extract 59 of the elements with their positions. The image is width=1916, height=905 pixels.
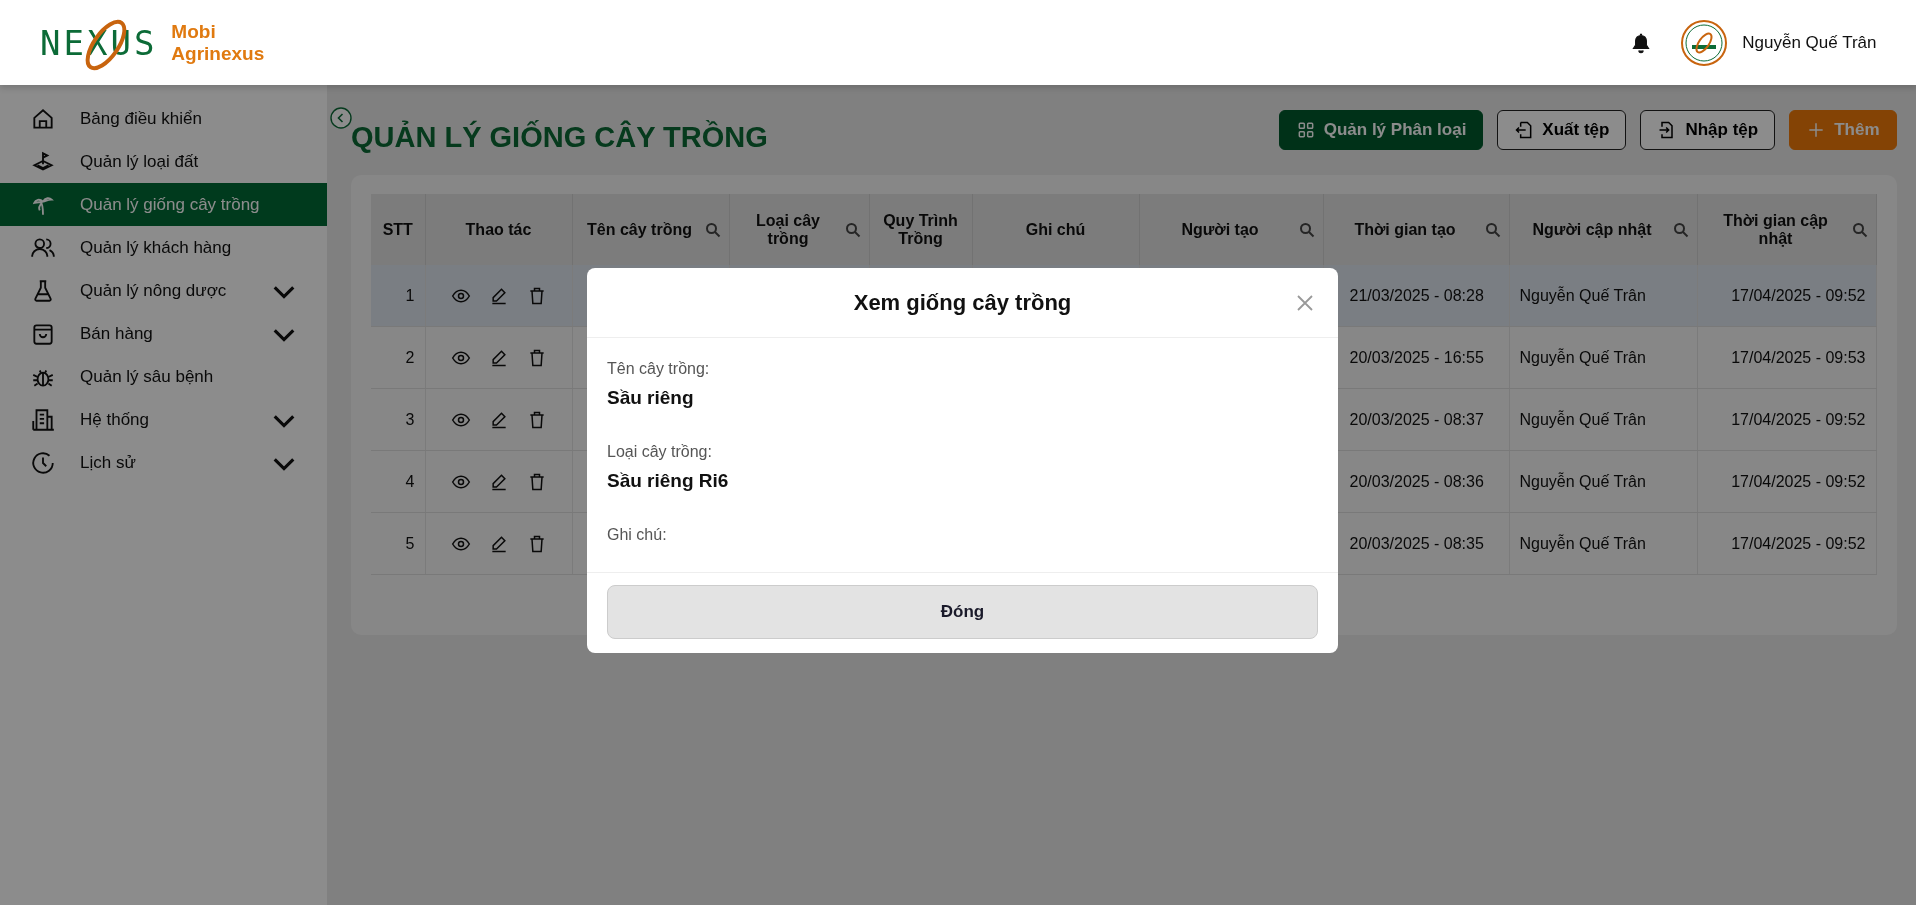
column-header: Tên cây trồng [572, 194, 729, 265]
column-header: Thao tác [425, 194, 572, 265]
search-icon[interactable] [1484, 221, 1501, 238]
field-label: Ghi chú: [607, 526, 668, 544]
sidebar-item[interactable]: Quản lý sâu bệnh [0, 355, 327, 398]
building-icon [30, 406, 56, 433]
sidebar-item[interactable]: Quản lý nông dược [0, 269, 327, 312]
close-button[interactable]: Đóng [607, 585, 1318, 639]
field-value: Sầu riêng [607, 387, 695, 409]
page-title: QUẢN LÝ GIỐNG CÂY TRỒNG [351, 120, 768, 154]
sidebar-item[interactable]: Bán hàng [0, 312, 327, 355]
sidebar-item[interactable]: Lịch sử [0, 441, 327, 484]
column-header: Thời gian cập nhật [1697, 194, 1876, 265]
field-label: Loại cây trồng: [607, 443, 713, 461]
table-cell: Nguyễn Quế Trân [1509, 388, 1697, 451]
table-cell: Nguyễn Quế Trân [1509, 512, 1697, 575]
clock-icon [30, 449, 56, 476]
dialog-title: Xem giống cây trồng [853, 289, 1072, 316]
sidebar-item[interactable]: Quản lý loại đất [0, 140, 327, 183]
sidebar-item[interactable]: Quản lý khách hàng [0, 226, 327, 269]
search-icon[interactable] [844, 221, 861, 238]
column-header: Quy Trình Trồng [869, 194, 972, 265]
search-icon[interactable] [704, 221, 721, 238]
field-label: Tên cây trồng: [607, 360, 711, 378]
search-icon[interactable] [1851, 221, 1868, 238]
export-button[interactable]: Xuất tệp [1497, 110, 1627, 150]
column-header: Loại cây trồng [729, 194, 869, 265]
column-header: Ghi chú [972, 194, 1139, 265]
table-cell: 1 [371, 265, 425, 327]
table-cell: Nguyễn Quế Trân [1509, 326, 1697, 389]
column-header: Người cập nhật [1509, 194, 1697, 265]
import-button[interactable]: Nhập tệp [1640, 110, 1776, 150]
sidebar-item[interactable]: Bảng điều khiển [0, 97, 327, 140]
table-cell: 3 [371, 388, 425, 451]
table-cell: 17/04/2025 - 09:53 [1697, 326, 1876, 389]
search-icon[interactable] [1672, 221, 1689, 238]
categories-button[interactable]: Quản lý Phân loại [1278, 110, 1484, 150]
brand-name: Mobi [171, 20, 217, 43]
sidebar-item[interactable]: Quản lý giống cây trồng [0, 183, 327, 226]
collapse-icon[interactable] [330, 107, 352, 129]
sidebar-item[interactable]: Hệ thống [0, 398, 327, 441]
table-cell: 17/04/2025 - 09:52 [1697, 265, 1876, 327]
avatar-icon[interactable] [1680, 18, 1729, 67]
table-cell: 4 [371, 450, 425, 513]
column-header: STT [371, 194, 425, 265]
search-icon[interactable] [1298, 221, 1315, 238]
column-header: Người tạo [1139, 194, 1323, 265]
table-cell: 2 [371, 326, 425, 389]
field-value: Sầu riêng Ri6 [607, 470, 730, 492]
table-cell: 5 [371, 512, 425, 575]
table-cell: Nguyễn Quế Trân [1509, 265, 1697, 327]
user-name[interactable]: Nguyễn Quế Trân [1742, 32, 1877, 53]
table-cell: 17/04/2025 - 09:52 [1697, 450, 1876, 513]
table-cell: Nguyễn Quế Trân [1509, 450, 1697, 513]
table-cell: 17/04/2025 - 09:52 [1697, 512, 1876, 575]
column-header: Thời gian tạo [1323, 194, 1509, 265]
brand-name: Agrinexus [171, 42, 265, 65]
table-cell: 17/04/2025 - 09:52 [1697, 388, 1876, 451]
close-icon[interactable] [1296, 294, 1314, 312]
